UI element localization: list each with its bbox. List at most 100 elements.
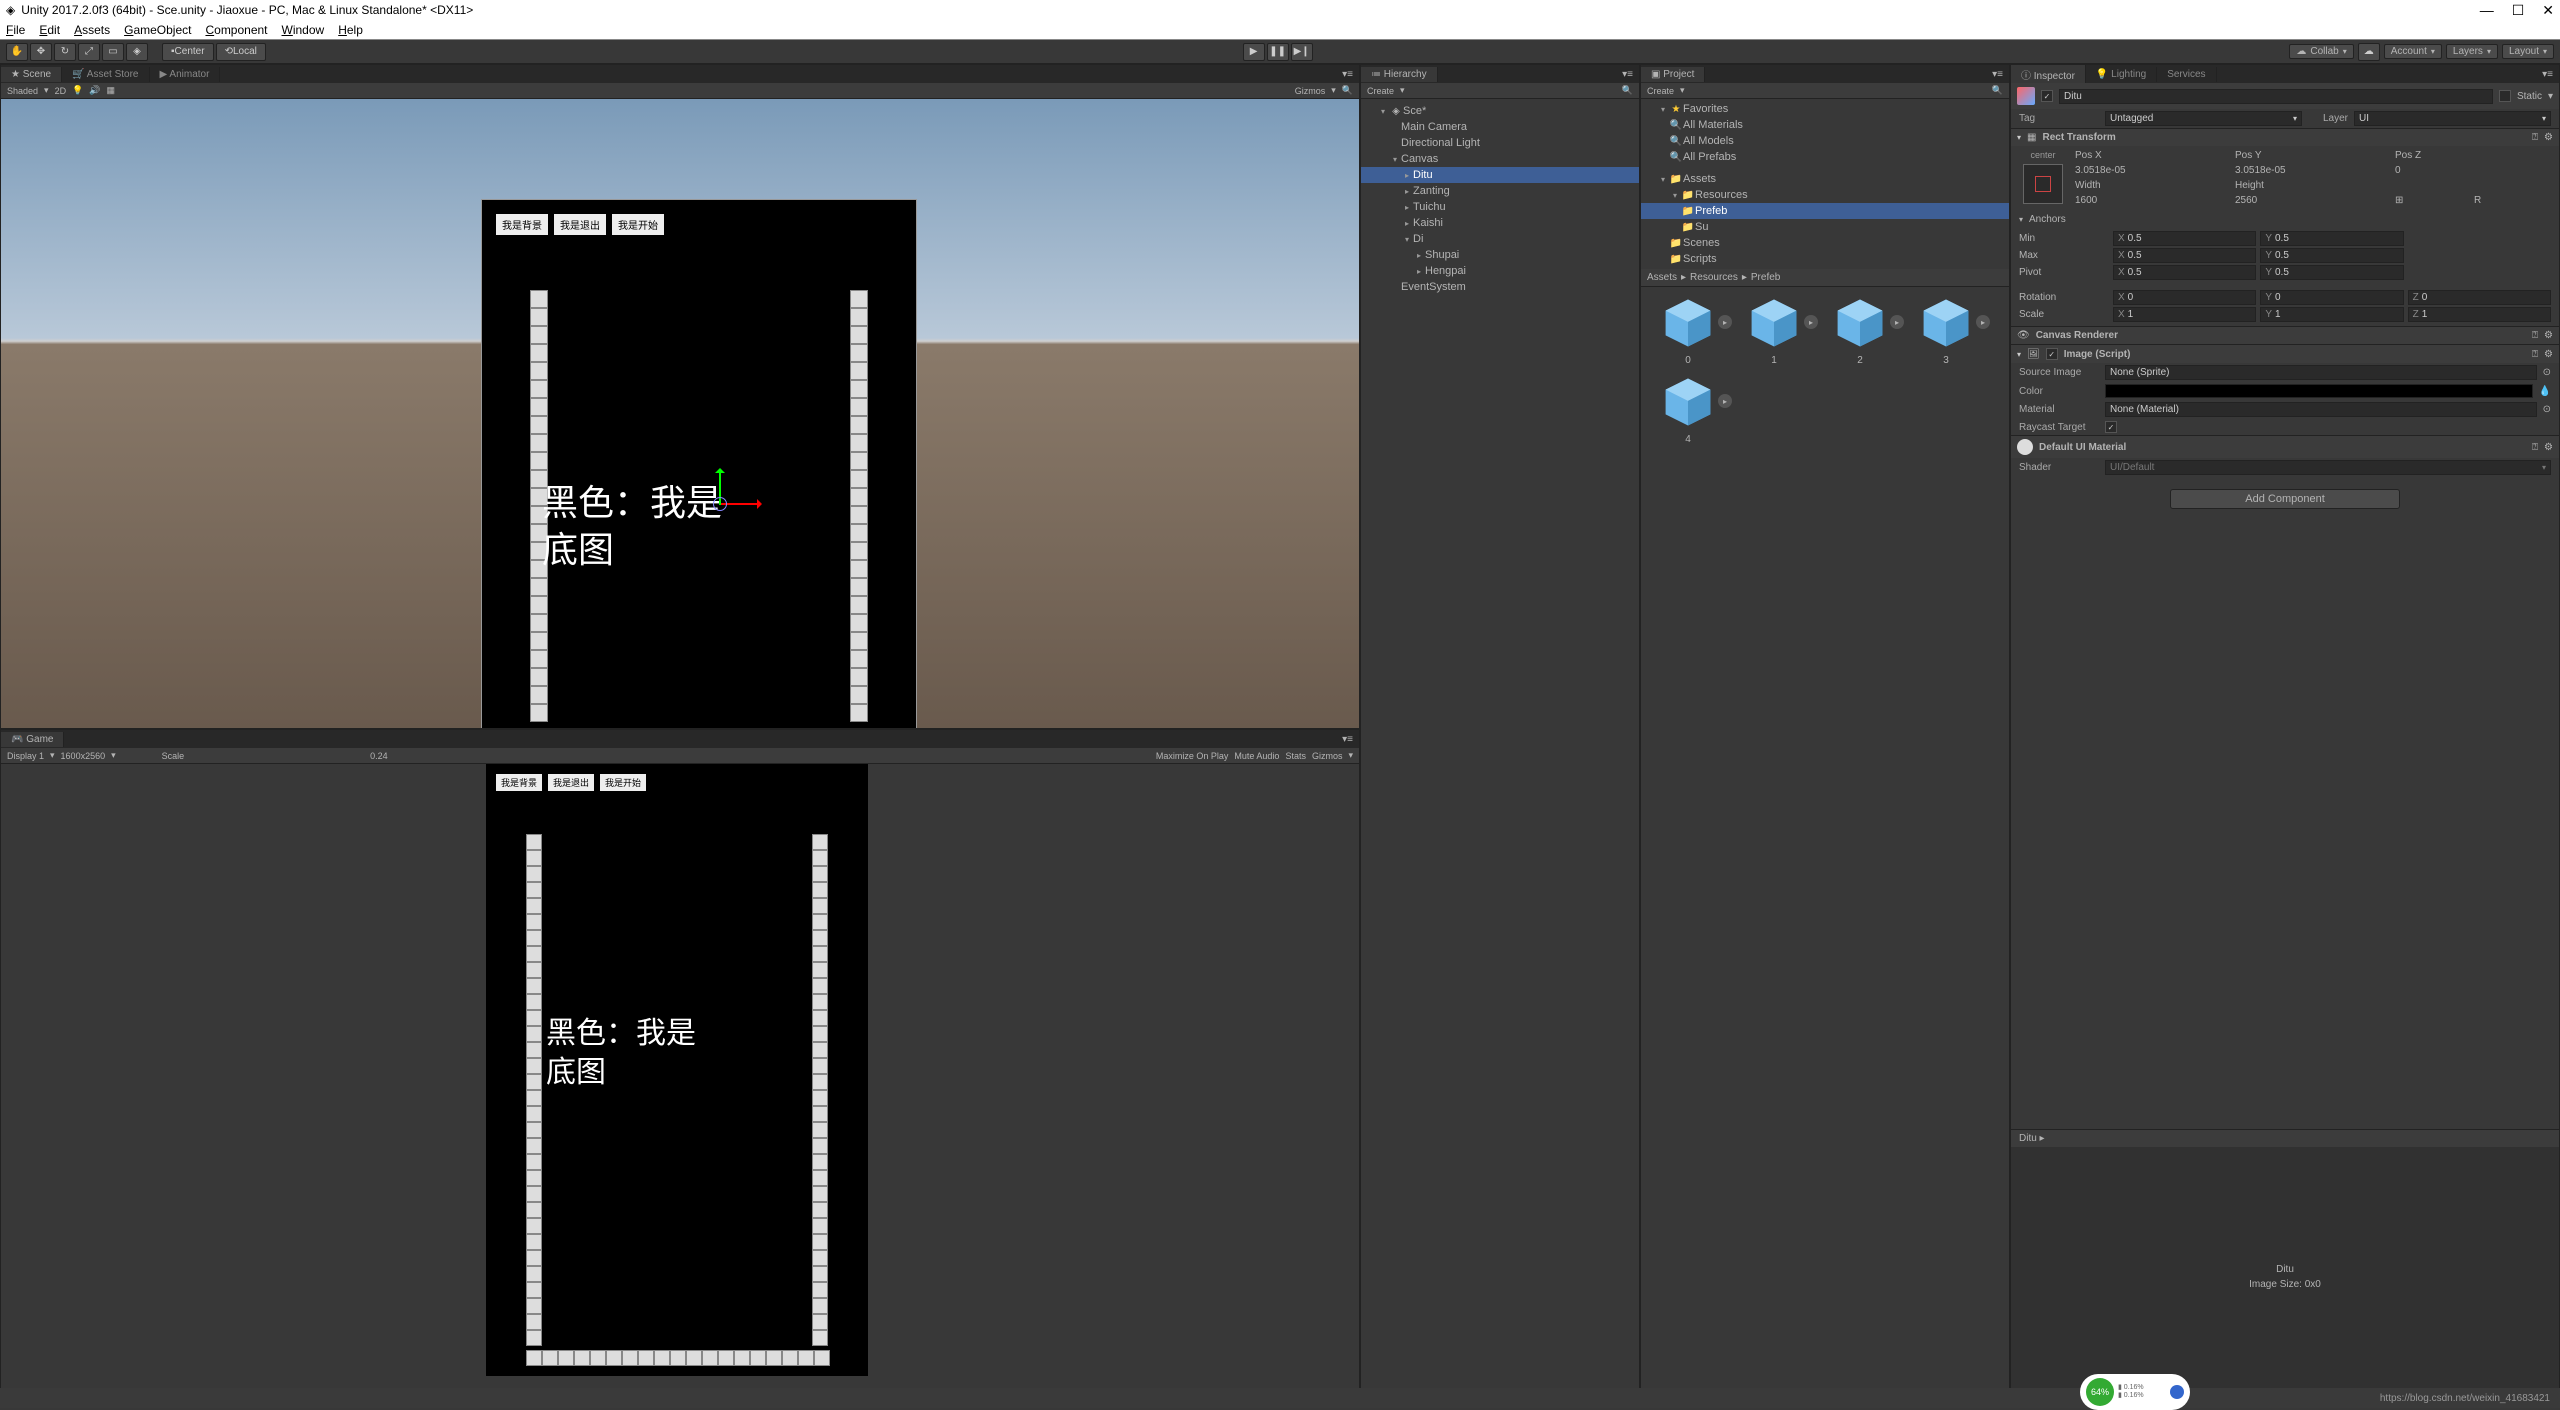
panel-menu-icon[interactable]: ▾≡ bbox=[1986, 69, 2009, 80]
tree-item[interactable]: ▸Zanting bbox=[1361, 183, 1639, 199]
asset-expand-icon[interactable]: ▸ bbox=[1976, 315, 1990, 329]
tab-scene[interactable]: ★ Scene bbox=[1, 67, 62, 82]
asset-prefab[interactable]: ▸1 bbox=[1735, 295, 1813, 366]
pivot-x[interactable]: X0.5 bbox=[2113, 265, 2256, 280]
tree-item[interactable]: 🔍All Prefabs bbox=[1641, 149, 2009, 165]
search-icon[interactable]: 🔍 bbox=[1342, 85, 1353, 96]
asset-prefab[interactable]: ▸3 bbox=[1907, 295, 1985, 366]
gear-icon[interactable]: ⚙ bbox=[2544, 349, 2553, 360]
anchor-min-y[interactable]: Y0.5 bbox=[2260, 231, 2403, 246]
maximize-icon[interactable]: ☐ bbox=[2512, 2, 2525, 19]
collab-dropdown[interactable]: ☁ Collab bbox=[2289, 44, 2353, 59]
stats-toggle[interactable]: Stats bbox=[1285, 751, 1306, 761]
tree-item[interactable]: ▸Hengpai bbox=[1361, 263, 1639, 279]
breadcrumb-item[interactable]: Assets bbox=[1647, 272, 1677, 283]
search-icon[interactable]: 🔍 bbox=[1992, 85, 2003, 96]
2d-toggle[interactable]: 2D bbox=[55, 86, 67, 96]
rot-y[interactable]: Y0 bbox=[2260, 290, 2403, 305]
display-dropdown[interactable]: Display 1 bbox=[7, 751, 44, 761]
component-arrow-icon[interactable]: ▾ bbox=[2017, 133, 2021, 142]
tab-asset-store[interactable]: 🛒 Asset Store bbox=[62, 67, 149, 82]
tree-item[interactable]: ▸Tuichu bbox=[1361, 199, 1639, 215]
menu-gameobject[interactable]: GameObject bbox=[124, 23, 191, 37]
close-icon[interactable]: ✕ bbox=[2542, 2, 2554, 19]
active-checkbox[interactable]: ✓ bbox=[2041, 90, 2053, 102]
shaded-dropdown[interactable]: Shaded bbox=[7, 86, 38, 96]
preview-header[interactable]: Ditu ▸ bbox=[2011, 1129, 2559, 1147]
game-button-3[interactable]: 我是开始 bbox=[600, 774, 646, 791]
menu-assets[interactable]: Assets bbox=[74, 23, 110, 37]
rect-tool-icon[interactable]: ▭ bbox=[102, 43, 124, 61]
step-button-icon[interactable]: ▶❙ bbox=[1291, 43, 1313, 61]
anchor-preset-button[interactable] bbox=[2023, 164, 2063, 204]
color-field[interactable] bbox=[2105, 384, 2533, 398]
game-view[interactable]: 我是背景 我是退出 我是开始 黑色：我是底图 bbox=[1, 764, 1359, 1407]
pivot-center-button[interactable]: ▪ Center bbox=[162, 43, 214, 61]
scene-button-2[interactable]: 我是退出 bbox=[554, 214, 606, 235]
panel-menu-icon[interactable]: ▾≡ bbox=[1616, 69, 1639, 80]
help-icon[interactable]: ⍰ bbox=[2532, 132, 2538, 143]
tree-item[interactable]: 🔍All Models bbox=[1641, 133, 2009, 149]
visibility-icon[interactable]: 👁 bbox=[2017, 330, 2030, 341]
minimize-icon[interactable]: — bbox=[2480, 2, 2494, 19]
breadcrumb-item[interactable]: Prefeb bbox=[1751, 272, 1780, 283]
anchor-min-x[interactable]: X0.5 bbox=[2113, 231, 2256, 246]
gizmos-dropdown[interactable]: Gizmos bbox=[1295, 86, 1326, 96]
anchor-max-y[interactable]: Y0.5 bbox=[2260, 248, 2403, 263]
layout-dropdown[interactable]: Layout bbox=[2502, 44, 2554, 59]
panel-menu-icon[interactable]: ▾≡ bbox=[1336, 734, 1359, 745]
hand-tool-icon[interactable]: ✋ bbox=[6, 43, 28, 61]
tab-project[interactable]: ▣ Project bbox=[1641, 67, 1705, 82]
menu-file[interactable]: File bbox=[6, 23, 25, 37]
account-dropdown[interactable]: Account bbox=[2384, 44, 2442, 59]
fx-toggle-icon[interactable]: ▦ bbox=[107, 85, 116, 96]
anchor-max-x[interactable]: X0.5 bbox=[2113, 248, 2256, 263]
tree-item[interactable]: ▾📁Resources bbox=[1641, 187, 2009, 203]
pivot-local-button[interactable]: ⟲ Local bbox=[216, 43, 266, 61]
tree-item[interactable]: 📁Su bbox=[1641, 219, 2009, 235]
asset-prefab[interactable]: ▸2 bbox=[1821, 295, 1899, 366]
shader-dropdown[interactable]: UI/Default bbox=[2105, 460, 2551, 475]
play-button-icon[interactable]: ▶ bbox=[1243, 43, 1265, 61]
tree-item[interactable]: Main Camera bbox=[1361, 119, 1639, 135]
tab-animator[interactable]: ▶ Animator bbox=[150, 67, 221, 82]
tree-item[interactable]: ▸Kaishi bbox=[1361, 215, 1639, 231]
asset-expand-icon[interactable]: ▸ bbox=[1804, 315, 1818, 329]
tree-item[interactable]: 🔍All Materials bbox=[1641, 117, 2009, 133]
object-picker-icon[interactable]: ⊙ bbox=[2543, 367, 2551, 378]
asset-expand-icon[interactable]: ▸ bbox=[1890, 315, 1904, 329]
pivot-y[interactable]: Y0.5 bbox=[2260, 265, 2403, 280]
tab-game[interactable]: 🎮 Game bbox=[1, 732, 64, 747]
object-name-field[interactable]: Ditu bbox=[2059, 89, 2493, 104]
rotate-tool-icon[interactable]: ↻ bbox=[54, 43, 76, 61]
light-toggle-icon[interactable]: 💡 bbox=[72, 85, 83, 96]
scene-button-3[interactable]: 我是开始 bbox=[612, 214, 664, 235]
gear-icon[interactable]: ⚙ bbox=[2544, 442, 2553, 453]
width-field[interactable]: 1600 bbox=[2075, 195, 2231, 208]
posz-field[interactable]: 0 bbox=[2395, 165, 2551, 178]
tag-dropdown[interactable]: Untagged bbox=[2105, 111, 2302, 126]
scale-tool-icon[interactable]: ⤢ bbox=[78, 43, 100, 61]
source-image-field[interactable]: None (Sprite) bbox=[2105, 365, 2537, 380]
scene-button-1[interactable]: 我是背景 bbox=[496, 214, 548, 235]
rot-x[interactable]: X0 bbox=[2113, 290, 2256, 305]
game-button-1[interactable]: 我是背景 bbox=[496, 774, 542, 791]
tab-hierarchy[interactable]: ≔ Hierarchy bbox=[1361, 67, 1438, 82]
maximize-toggle[interactable]: Maximize On Play bbox=[1156, 751, 1229, 761]
breadcrumb-item[interactable]: Resources bbox=[1690, 272, 1738, 283]
scale-y[interactable]: Y1 bbox=[2260, 307, 2403, 322]
gear-icon[interactable]: ⚙ bbox=[2544, 330, 2553, 341]
panel-menu-icon[interactable]: ▾≡ bbox=[2536, 69, 2559, 80]
help-icon[interactable]: ⍰ bbox=[2532, 442, 2538, 453]
panel-menu-icon[interactable]: ▾≡ bbox=[1336, 69, 1359, 80]
height-field[interactable]: 2560 bbox=[2235, 195, 2391, 208]
scale-x[interactable]: X1 bbox=[2113, 307, 2256, 322]
menu-edit[interactable]: Edit bbox=[39, 23, 60, 37]
posx-field[interactable]: 3.0518e-05 bbox=[2075, 165, 2231, 178]
component-arrow-icon[interactable]: ▾ bbox=[2017, 350, 2021, 359]
tree-item-prefeb[interactable]: 📁Prefeb bbox=[1641, 203, 2009, 219]
move-tool-icon[interactable]: ✥ bbox=[30, 43, 52, 61]
add-component-button[interactable]: Add Component bbox=[2170, 489, 2400, 509]
search-icon[interactable]: 🔍 bbox=[1622, 85, 1633, 96]
gear-icon[interactable]: ⚙ bbox=[2544, 132, 2553, 143]
